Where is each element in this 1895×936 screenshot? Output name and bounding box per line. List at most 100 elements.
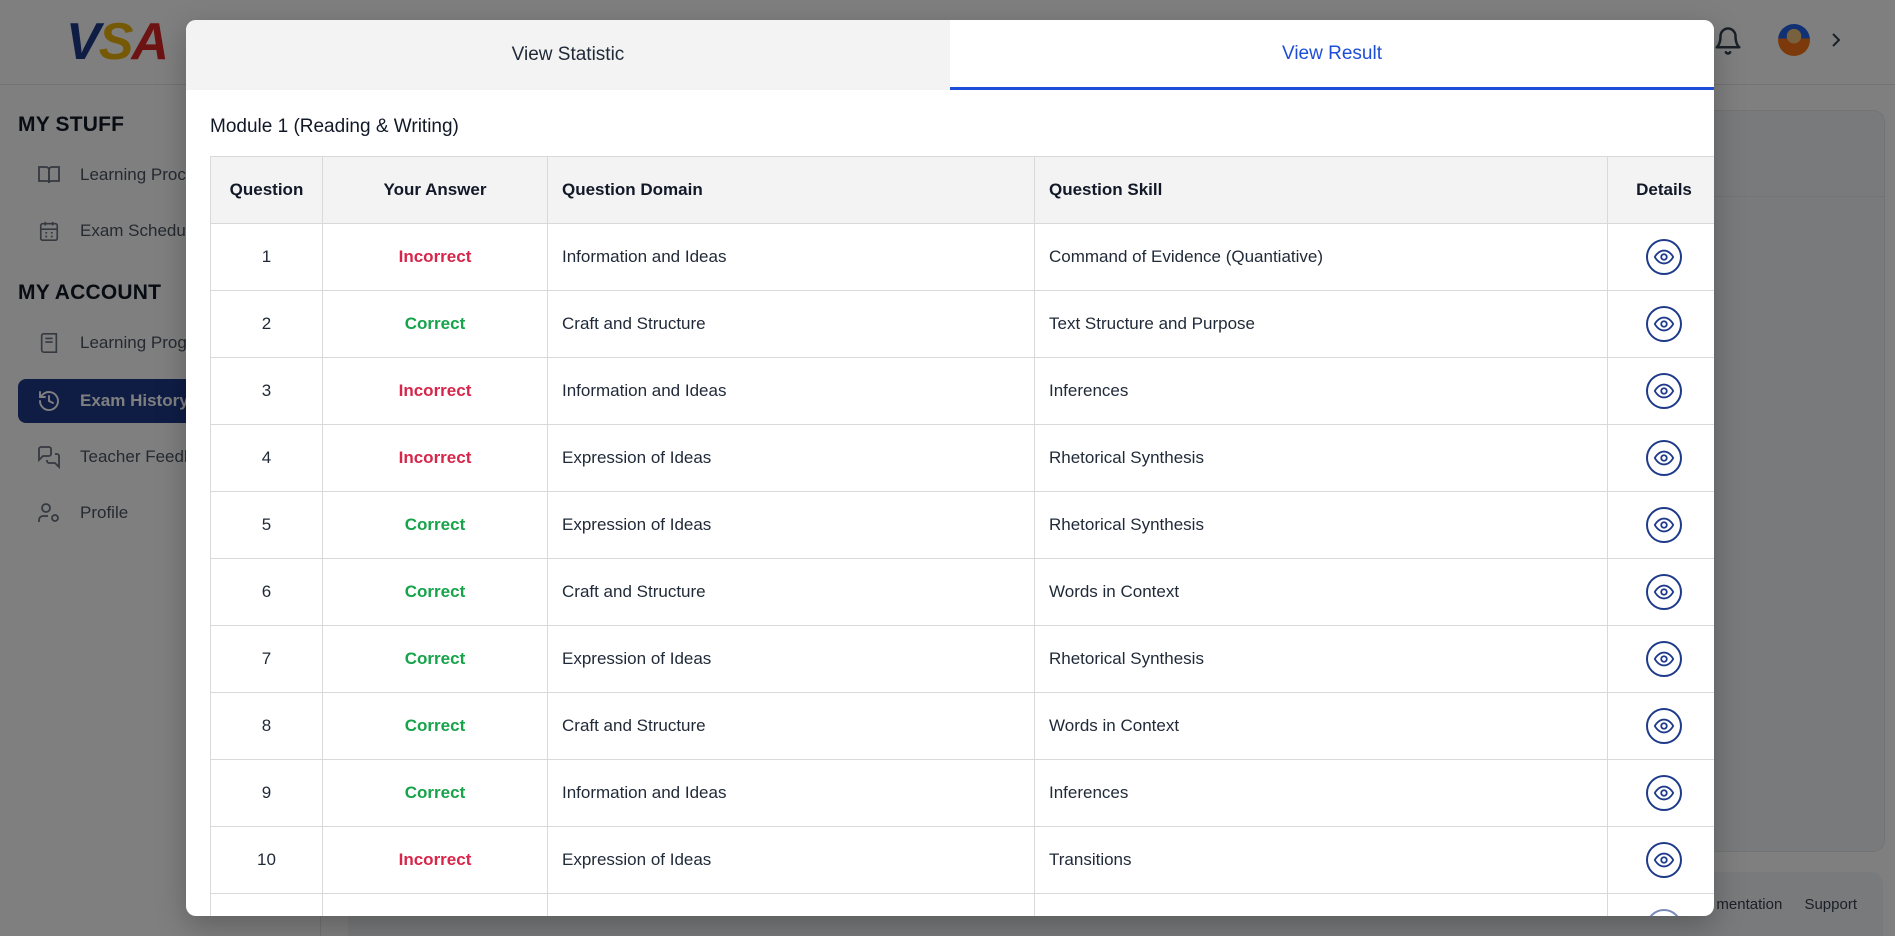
view-details-button[interactable] [1646, 775, 1682, 811]
cell-details [1607, 759, 1714, 827]
cell-question-skill: Rhetorical Synthesis [1034, 424, 1608, 492]
table-row: 9 Correct Information and Ideas Inferences [210, 759, 1714, 827]
table-row [210, 893, 1714, 916]
cell-question-number: 8 [210, 692, 323, 760]
column-header-question: Question [210, 156, 323, 224]
cell-question-number: 2 [210, 290, 323, 358]
cell-your-answer: Correct [322, 692, 548, 760]
cell-question-number [210, 893, 323, 916]
cell-details [1607, 558, 1714, 626]
cell-question-number: 1 [210, 223, 323, 291]
cell-details [1607, 290, 1714, 358]
cell-question-skill: Rhetorical Synthesis [1034, 625, 1608, 693]
view-details-button[interactable] [1646, 574, 1682, 610]
view-details-button[interactable] [1646, 909, 1682, 916]
view-details-button[interactable] [1646, 373, 1682, 409]
eye-icon [1653, 715, 1675, 737]
table-row: 1 Incorrect Information and Ideas Command o… [210, 223, 1714, 291]
table-row: 10 Incorrect Expression of Ideas Transition… [210, 826, 1714, 894]
column-header-your-answer: Your Answer [322, 156, 548, 224]
eye-icon [1653, 581, 1675, 603]
cell-question-domain: Craft and Structure [547, 290, 1035, 358]
result-modal: View Statistic View Result Module 1 (Rea… [186, 20, 1714, 916]
cell-question-skill: Inferences [1034, 357, 1608, 425]
view-details-button[interactable] [1646, 239, 1682, 275]
view-details-button[interactable] [1646, 641, 1682, 677]
cell-details [1607, 625, 1714, 693]
cell-your-answer: Incorrect [322, 424, 548, 492]
cell-question-domain [547, 893, 1035, 916]
cell-question-domain: Information and Ideas [547, 223, 1035, 291]
results-table-wrap: Question Your Answer Question Domain Que… [210, 156, 1714, 916]
cell-question-domain: Expression of Ideas [547, 491, 1035, 559]
table-header-row: Question Your Answer Question Domain Que… [210, 156, 1714, 224]
table-row: 2 Correct Craft and Structure Text Structur… [210, 290, 1714, 358]
cell-your-answer: Incorrect [322, 357, 548, 425]
cell-question-skill: Rhetorical Synthesis [1034, 491, 1608, 559]
cell-your-answer [322, 893, 548, 916]
cell-question-number: 3 [210, 357, 323, 425]
cell-details [1607, 491, 1714, 559]
cell-details [1607, 893, 1714, 916]
table-row: 4 Incorrect Expression of Ideas Rhetorical … [210, 424, 1714, 492]
column-header-details: Details [1607, 156, 1714, 224]
tab-view-statistic[interactable]: View Statistic [186, 20, 950, 90]
view-details-button[interactable] [1646, 507, 1682, 543]
eye-icon [1653, 514, 1675, 536]
column-header-question-domain: Question Domain [547, 156, 1035, 224]
cell-question-skill: Inferences [1034, 759, 1608, 827]
cell-details [1607, 826, 1714, 894]
cell-question-number: 6 [210, 558, 323, 626]
modal-tabs: View Statistic View Result [186, 20, 1714, 90]
cell-question-number: 5 [210, 491, 323, 559]
table-row: 3 Incorrect Information and Ideas Inference… [210, 357, 1714, 425]
table-row: 7 Correct Expression of Ideas Rhetorical Sy… [210, 625, 1714, 693]
table-row: 6 Correct Craft and Structure Words in Cont… [210, 558, 1714, 626]
cell-question-domain: Craft and Structure [547, 692, 1035, 760]
cell-details [1607, 357, 1714, 425]
view-details-button[interactable] [1646, 842, 1682, 878]
cell-question-domain: Craft and Structure [547, 558, 1035, 626]
cell-your-answer: Correct [322, 558, 548, 626]
cell-question-domain: Information and Ideas [547, 357, 1035, 425]
table-body: 1 Incorrect Information and Ideas Command o… [210, 223, 1714, 916]
eye-icon [1653, 380, 1675, 402]
cell-question-number: 10 [210, 826, 323, 894]
cell-question-domain: Information and Ideas [547, 759, 1035, 827]
cell-your-answer: Incorrect [322, 223, 548, 291]
cell-question-skill [1034, 893, 1608, 916]
cell-question-domain: Expression of Ideas [547, 424, 1035, 492]
cell-question-number: 7 [210, 625, 323, 693]
cell-question-number: 4 [210, 424, 323, 492]
cell-details [1607, 223, 1714, 291]
view-details-button[interactable] [1646, 306, 1682, 342]
eye-icon [1653, 648, 1675, 670]
cell-question-domain: Expression of Ideas [547, 826, 1035, 894]
results-table: Question Your Answer Question Domain Que… [210, 156, 1714, 916]
cell-question-skill: Text Structure and Purpose [1034, 290, 1608, 358]
cell-your-answer: Correct [322, 491, 548, 559]
eye-icon [1653, 782, 1675, 804]
eye-icon [1653, 849, 1675, 871]
cell-details [1607, 692, 1714, 760]
column-header-question-skill: Question Skill [1034, 156, 1608, 224]
eye-icon [1653, 246, 1675, 268]
cell-details [1607, 424, 1714, 492]
view-details-button[interactable] [1646, 440, 1682, 476]
cell-question-skill: Transitions [1034, 826, 1608, 894]
cell-question-skill: Words in Context [1034, 692, 1608, 760]
cell-question-domain: Expression of Ideas [547, 625, 1035, 693]
tab-view-result[interactable]: View Result [950, 20, 1714, 90]
cell-your-answer: Correct [322, 290, 548, 358]
view-details-button[interactable] [1646, 708, 1682, 744]
module-title: Module 1 (Reading & Writing) [210, 116, 459, 137]
eye-icon [1653, 313, 1675, 335]
cell-question-skill: Words in Context [1034, 558, 1608, 626]
table-row: 5 Correct Expression of Ideas Rhetorical Sy… [210, 491, 1714, 559]
cell-your-answer: Correct [322, 625, 548, 693]
cell-your-answer: Correct [322, 759, 548, 827]
table-row: 8 Correct Craft and Structure Words in Cont… [210, 692, 1714, 760]
cell-your-answer: Incorrect [322, 826, 548, 894]
eye-icon [1653, 447, 1675, 469]
cell-question-number: 9 [210, 759, 323, 827]
